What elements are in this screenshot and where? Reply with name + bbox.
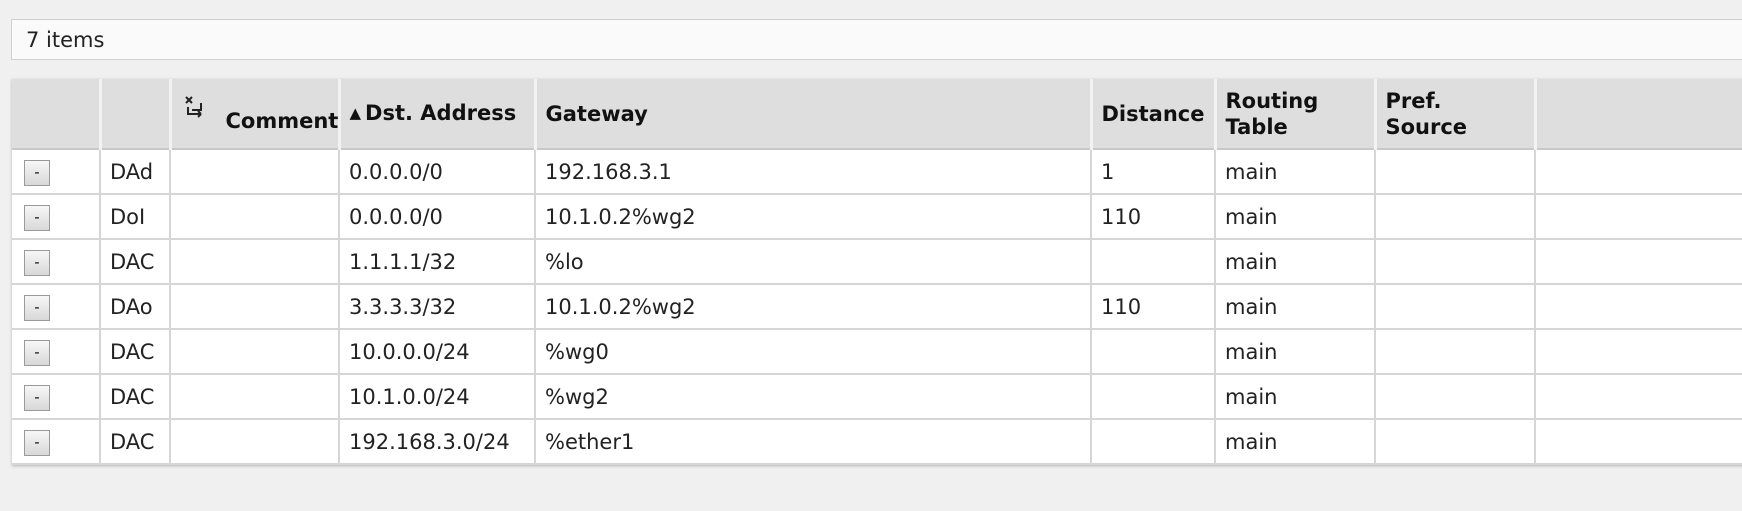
table-row[interactable]: - DAC 10.1.0.0/24 %wg2 main [12, 374, 1742, 420]
remove-route-button[interactable]: - [24, 204, 50, 231]
cell-flags: DAd [100, 149, 171, 195]
cell-pref-source [1375, 149, 1536, 195]
remove-route-button[interactable]: - [24, 249, 50, 276]
cell-routing-table: main [1215, 194, 1376, 240]
cell-extra [1535, 329, 1742, 375]
cell-routing-table: main [1215, 419, 1376, 465]
cell-dst-address: 10.0.0.0/24 [339, 329, 536, 375]
column-header-routing-table[interactable]: Routing Table [1215, 79, 1377, 150]
cell-routing-table: main [1215, 374, 1376, 420]
column-header-dst-address[interactable]: ▲ Dst. Address [339, 79, 537, 150]
cell-flags: DAC [100, 239, 171, 285]
cell-comment [170, 239, 340, 285]
cell-distance: 110 [1091, 284, 1216, 330]
cell-gateway: 192.168.3.1 [535, 149, 1092, 195]
routes-table-container: Comment ▲ Dst. Address Gateway Distance R… [12, 79, 1742, 465]
column-header-distance[interactable]: Distance [1091, 79, 1217, 150]
cell-dst-address: 192.168.3.0/24 [339, 419, 536, 465]
item-count-bar: 7 items [11, 19, 1742, 60]
cell-pref-source [1375, 329, 1536, 375]
cell-distance [1091, 239, 1216, 285]
routes-table: Comment ▲ Dst. Address Gateway Distance R… [12, 79, 1742, 465]
cell-gateway: %lo [535, 239, 1092, 285]
cell-extra [1535, 374, 1742, 420]
table-row[interactable]: - DoI 0.0.0.0/0 10.1.0.2%wg2 110 main [12, 194, 1742, 240]
column-header-pref-source[interactable]: Pref. Source [1375, 79, 1537, 150]
header-row: Comment ▲ Dst. Address Gateway Distance R… [12, 79, 1742, 150]
distance-header-label: Distance [1101, 101, 1205, 126]
remove-route-button[interactable]: - [24, 384, 50, 411]
cell-dst-address: 1.1.1.1/32 [339, 239, 536, 285]
cell-flags: DAC [100, 329, 171, 375]
table-row[interactable]: - DAC 192.168.3.0/24 %ether1 main [12, 419, 1742, 465]
remove-route-button[interactable]: - [24, 294, 50, 321]
cell-pref-source [1375, 194, 1536, 240]
cell-comment [170, 419, 340, 465]
dst-address-header-label: Dst. Address [365, 100, 517, 125]
cell-gateway: %wg0 [535, 329, 1092, 375]
table-row[interactable]: - DAC 10.0.0.0/24 %wg0 main [12, 329, 1742, 375]
cell-comment [170, 149, 340, 195]
sort-ascending-icon: ▲ [349, 103, 362, 122]
cell-dst-address: 3.3.3.3/32 [339, 284, 536, 330]
cell-distance [1091, 374, 1216, 420]
cell-flags: DAC [100, 374, 171, 420]
comment-expand-icon[interactable] [184, 95, 206, 119]
column-header-gateway[interactable]: Gateway [535, 79, 1093, 150]
routing-table-header-label: Routing Table [1225, 88, 1319, 139]
cell-gateway: %ether1 [535, 419, 1092, 465]
cell-extra [1535, 149, 1742, 195]
cell-extra [1535, 419, 1742, 465]
cell-dst-address: 0.0.0.0/0 [339, 149, 536, 195]
cell-comment [170, 329, 340, 375]
cell-gateway: %wg2 [535, 374, 1092, 420]
remove-route-button[interactable]: - [24, 159, 50, 186]
cell-comment [170, 194, 340, 240]
cell-distance [1091, 419, 1216, 465]
gateway-header-label: Gateway [545, 101, 648, 126]
cell-dst-address: 10.1.0.0/24 [339, 374, 536, 420]
column-header-comment[interactable]: Comment [170, 79, 341, 150]
cell-pref-source [1375, 374, 1536, 420]
cell-routing-table: main [1215, 284, 1376, 330]
cell-routing-table: main [1215, 329, 1376, 375]
cell-comment [170, 374, 340, 420]
pref-source-header-label: Pref. Source [1385, 88, 1468, 139]
cell-pref-source [1375, 284, 1536, 330]
remove-route-button[interactable]: - [24, 429, 50, 456]
cell-extra [1535, 194, 1742, 240]
item-count: 7 items [26, 28, 105, 52]
cell-routing-table: main [1215, 149, 1376, 195]
cell-distance: 110 [1091, 194, 1216, 240]
cell-flags: DoI [100, 194, 171, 240]
cell-pref-source [1375, 239, 1536, 285]
column-header-flags[interactable] [100, 79, 172, 150]
cell-pref-source [1375, 419, 1536, 465]
cell-flags: DAo [100, 284, 171, 330]
cell-distance: 1 [1091, 149, 1216, 195]
cell-extra [1535, 284, 1742, 330]
column-header-extra [1535, 79, 1742, 150]
cell-dst-address: 0.0.0.0/0 [339, 194, 536, 240]
cell-comment [170, 284, 340, 330]
table-row[interactable]: - DAo 3.3.3.3/32 10.1.0.2%wg2 110 main [12, 284, 1742, 330]
cell-flags: DAC [100, 419, 171, 465]
table-row[interactable]: - DAd 0.0.0.0/0 192.168.3.1 1 main [12, 149, 1742, 195]
table-row[interactable]: - DAC 1.1.1.1/32 %lo main [12, 239, 1742, 285]
cell-routing-table: main [1215, 239, 1376, 285]
cell-gateway: 10.1.0.2%wg2 [535, 284, 1092, 330]
column-header-remove [12, 79, 102, 150]
cell-gateway: 10.1.0.2%wg2 [535, 194, 1092, 240]
cell-extra [1535, 239, 1742, 285]
remove-route-button[interactable]: - [24, 339, 50, 366]
cell-distance [1091, 329, 1216, 375]
